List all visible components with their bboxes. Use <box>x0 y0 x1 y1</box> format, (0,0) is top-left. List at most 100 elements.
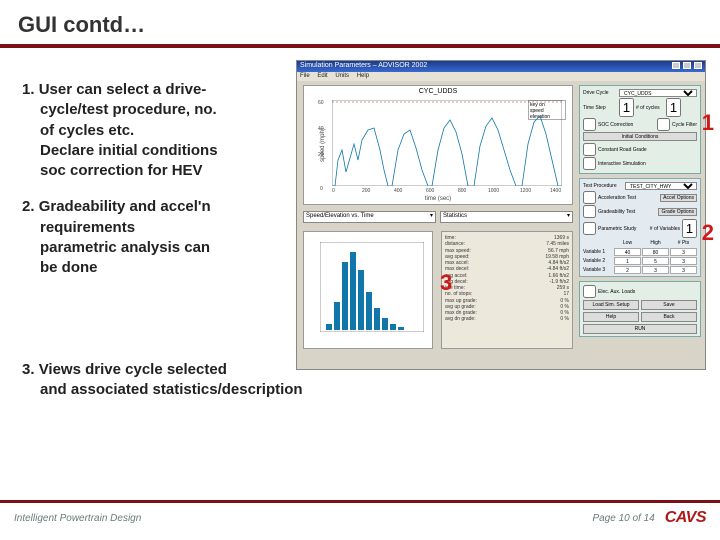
input-cycles[interactable] <box>666 98 681 117</box>
window-title: Simulation Parameters – ADVISOR 2002 <box>300 62 427 71</box>
drive-cycle-plot: CYC_UDDS speed (mph) time (sec) key on s… <box>303 85 573 205</box>
plot-title: CYC_UDDS <box>419 88 458 95</box>
btn-back[interactable]: Back <box>641 312 697 322</box>
menu-file[interactable]: File <box>300 73 310 79</box>
xtick-200: 200 <box>362 188 370 194</box>
btn-accel-opt[interactable]: Accel Options <box>660 194 697 202</box>
select-drive-cycle[interactable]: CYC_UDDS <box>619 89 697 97</box>
var2-high[interactable]: 5 <box>642 257 669 265</box>
hdr-pts: # Pts <box>670 239 697 247</box>
chk-soc[interactable] <box>583 118 596 131</box>
xtick-800: 800 <box>458 188 466 194</box>
lbl-accel: Acceleration Test <box>598 195 636 201</box>
lbl-grade: Gradeability Test <box>598 209 635 215</box>
lbl-var2: Variable 2 <box>583 257 613 265</box>
chk-road-grade[interactable] <box>583 143 596 156</box>
ytick-40: 40 <box>318 126 324 132</box>
bullet-1: 1. User can select a drive- cycle/test p… <box>18 80 298 181</box>
var1-low[interactable]: 40 <box>614 248 641 256</box>
hist-svg <box>320 242 424 332</box>
callout-1: 1 <box>702 110 714 136</box>
menu-help[interactable]: Help <box>357 73 369 79</box>
btn-help[interactable]: Help <box>583 312 639 322</box>
b1-l1: User can select a drive- <box>39 81 207 98</box>
footer-divider <box>0 500 720 503</box>
btn-save[interactable]: Save <box>641 300 697 310</box>
menu-units[interactable]: Units <box>335 73 349 79</box>
var3-pts[interactable]: 3 <box>670 266 697 274</box>
b1-prefix: 1. <box>22 81 39 98</box>
input-nvars[interactable] <box>682 219 697 238</box>
chk-aux[interactable] <box>583 285 596 298</box>
var3-low[interactable]: 2 <box>614 266 641 274</box>
ytick-0: 0 <box>320 186 323 192</box>
ytick-20: 20 <box>318 152 324 158</box>
close-icon[interactable] <box>694 62 702 69</box>
footer-page: Page 10 of 14 <box>592 513 654 524</box>
input-time-step[interactable] <box>619 98 634 117</box>
chk-param[interactable] <box>583 222 596 235</box>
content-area: 1. User can select a drive- cycle/test p… <box>0 50 720 470</box>
btn-init-cond[interactable]: Initial Conditions <box>583 132 697 141</box>
var3-high[interactable]: 3 <box>642 266 669 274</box>
lbl-interactive: Interactive Simulation <box>598 161 646 167</box>
lbl-aux: Elec. Aux. Loads <box>598 289 635 295</box>
xtick-1000: 1000 <box>488 188 499 194</box>
xtick-600: 600 <box>426 188 434 194</box>
b3-l1: Views drive cycle selected <box>39 361 227 378</box>
xtick-1200: 1200 <box>520 188 531 194</box>
b1-l4: Declare initial conditions <box>22 141 298 161</box>
var1-pts[interactable]: 3 <box>670 248 697 256</box>
menu-edit[interactable]: Edit <box>317 73 327 79</box>
var1-high[interactable]: 80 <box>642 248 669 256</box>
xtick-0: 0 <box>332 188 335 194</box>
stats-panel: time:1369 s distance:7.45 miles max spee… <box>441 231 573 349</box>
chk-accel[interactable] <box>583 191 596 204</box>
ytick-60: 60 <box>318 100 324 106</box>
stat-v: 0 % <box>560 316 569 322</box>
select-test-proc[interactable]: TEST_CITY_HWY <box>625 182 697 190</box>
chk-filter[interactable] <box>657 118 670 131</box>
var2-low[interactable]: 1 <box>614 257 641 265</box>
b1-l2: cycle/test procedure, no. <box>22 100 298 120</box>
lbl-road-grade: Constant Road Grade <box>598 147 647 153</box>
b3-l2: and associated statistics/description <box>22 380 498 400</box>
b1-l3: of cycles etc. <box>22 121 298 141</box>
panel-test-procedure: Test Procedure TEST_CITY_HWY Acceleratio… <box>579 178 701 277</box>
b3-prefix: 3. <box>22 361 39 378</box>
plot-svg <box>332 100 562 186</box>
footer-title: Intelligent Powertrain Design <box>14 513 141 524</box>
xtick-1400: 1400 <box>550 188 561 194</box>
btn-grade-opt[interactable]: Grade Options <box>658 208 697 216</box>
lbl-filter: Cycle Filter <box>672 122 697 128</box>
lbl-cycles: # of cycles <box>636 105 664 111</box>
chk-grade[interactable] <box>583 205 596 218</box>
cavs-logo: CAVS <box>665 509 706 527</box>
panel-drive-cycle: Drive Cycle CYC_UDDS Time Step # of cycl… <box>579 85 701 174</box>
var2-pts[interactable]: 3 <box>670 257 697 265</box>
minimize-icon[interactable] <box>672 62 680 69</box>
menubar: File Edit Units Help <box>297 72 705 81</box>
lbl-test-proc: Test Procedure <box>583 183 623 189</box>
lbl-time-step: Time Step <box>583 105 617 111</box>
lbl-var3: Variable 3 <box>583 266 613 274</box>
maximize-icon[interactable] <box>683 62 691 69</box>
side-panels: Drive Cycle CYC_UDDS Time Step # of cycl… <box>579 85 701 365</box>
chk-interactive[interactable] <box>583 157 596 170</box>
dd-stats[interactable]: Statistics <box>440 211 573 223</box>
footer: Intelligent Powertrain Design Page 10 of… <box>0 500 720 540</box>
lbl-drive-cycle: Drive Cycle <box>583 90 617 96</box>
stat-k: avg dn grade: <box>445 316 476 322</box>
callout-2: 2 <box>702 220 714 246</box>
xtick-400: 400 <box>394 188 402 194</box>
plot-xlabel: time (sec) <box>425 196 451 202</box>
dd-plot-type[interactable]: Speed/Elevation vs. Time <box>303 211 436 223</box>
callout-3: 3 <box>440 270 452 296</box>
b2-l2: requirements <box>22 218 298 238</box>
btn-load[interactable]: Load Sim. Setup <box>583 300 639 310</box>
b2-l3: parametric analysis can <box>22 238 298 258</box>
lbl-var1: Variable 1 <box>583 248 613 256</box>
btn-run[interactable]: RUN <box>583 324 697 334</box>
bullet-list: 1. User can select a drive- cycle/test p… <box>18 80 298 294</box>
b1-l5: soc correction for HEV <box>22 161 298 181</box>
